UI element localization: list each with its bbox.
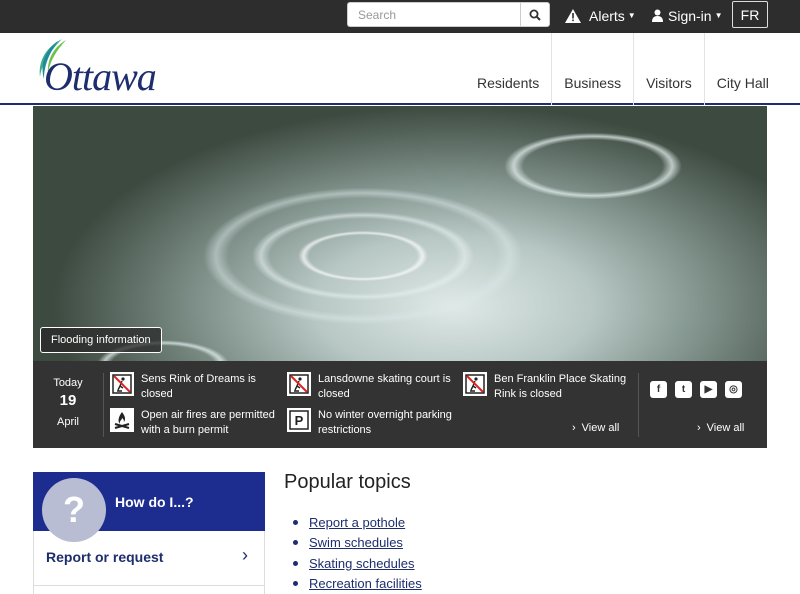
- how-do-i-title: How do I...?: [115, 494, 194, 510]
- nav-residents[interactable]: Residents: [465, 33, 551, 105]
- topic-link[interactable]: Recreation facilities: [309, 576, 422, 591]
- youtube-icon[interactable]: ▶: [700, 381, 717, 398]
- utility-bar: Alerts ▼ Sign-in ▼ FR: [0, 0, 800, 33]
- status-item[interactable]: Lansdowne skating court is closed: [287, 372, 458, 402]
- no-skating-icon: [110, 372, 134, 396]
- svg-text:P: P: [295, 413, 304, 428]
- list-item: Skating schedules: [293, 553, 422, 574]
- status-item-text: Lansdowne skating court is closed: [318, 373, 451, 400]
- status-item[interactable]: P No winter overnight parking restrictio…: [287, 408, 458, 438]
- site-header: Ottawa Residents Business Visitors City …: [0, 33, 800, 105]
- search-button[interactable]: [520, 2, 550, 27]
- nav-business[interactable]: Business: [551, 33, 633, 105]
- view-all-label: View all: [581, 422, 620, 434]
- divider: [638, 373, 639, 437]
- divider: [103, 373, 104, 437]
- list-item: Swim schedules: [293, 533, 422, 554]
- warning-icon: [565, 8, 581, 23]
- social-links: f t ▶ ◎: [650, 381, 742, 398]
- ottawa-logo[interactable]: Ottawa: [32, 37, 177, 99]
- social-view-all-link[interactable]: › View all: [697, 422, 744, 434]
- status-item[interactable]: Sens Rink of Dreams is closed: [110, 372, 281, 402]
- status-item-text: Open air fires are permitted with a burn…: [141, 409, 275, 436]
- popular-topics-list: Report a pothole Swim schedules Skating …: [293, 512, 422, 594]
- status-item-text: Ben Franklin Place Skating Rink is close…: [494, 373, 627, 400]
- nav-visitors[interactable]: Visitors: [633, 33, 704, 105]
- parking-icon: P: [287, 408, 311, 432]
- list-item: Recreation facilities: [293, 574, 422, 594]
- topic-link[interactable]: Skating schedules: [309, 556, 415, 571]
- user-icon: [652, 9, 663, 22]
- flooding-information-button[interactable]: Flooding information: [40, 327, 162, 353]
- view-all-label: View all: [706, 422, 745, 434]
- facebook-icon[interactable]: f: [650, 381, 667, 398]
- status-item-text: Sens Rink of Dreams is closed: [141, 373, 256, 400]
- status-bar: Today 19 April Sens Rink of Dreams is cl…: [33, 361, 767, 448]
- caret-down-icon: ▼: [714, 11, 723, 20]
- panel-border: [33, 586, 265, 594]
- language-toggle-button[interactable]: FR: [732, 1, 768, 28]
- how-do-i-panel: ? How do I...?: [33, 472, 265, 542]
- campfire-icon: [110, 408, 134, 432]
- status-view-all-link[interactable]: › View all: [572, 422, 619, 434]
- twitter-icon[interactable]: t: [675, 381, 692, 398]
- no-skating-icon: [287, 372, 311, 396]
- chevron-right-icon: ›: [697, 422, 701, 434]
- instagram-icon[interactable]: ◎: [725, 381, 742, 398]
- alerts-label: Alerts: [589, 7, 625, 24]
- status-item[interactable]: Open air fires are permitted with a burn…: [110, 408, 281, 438]
- status-item-text: No winter overnight parking restrictions: [318, 409, 452, 436]
- nav-city-hall[interactable]: City Hall: [703, 33, 781, 105]
- search-form: [347, 2, 550, 27]
- hero-image: [33, 106, 767, 361]
- search-input[interactable]: [347, 2, 520, 27]
- popular-topics-title: Popular topics: [284, 471, 411, 493]
- list-item: Report a pothole: [293, 512, 422, 533]
- logo-wordmark: Ottawa: [44, 54, 157, 99]
- search-icon: [529, 9, 541, 21]
- caret-down-icon: ▼: [627, 11, 636, 20]
- report-label: Report or request: [46, 549, 164, 565]
- no-skating-icon: [463, 372, 487, 396]
- signin-label: Sign-in: [668, 7, 712, 24]
- chevron-right-icon: ›: [572, 422, 576, 434]
- chevron-right-icon: ›: [242, 545, 248, 565]
- alerts-menu[interactable]: Alerts ▼: [565, 0, 636, 31]
- today-date: Today 19 April: [33, 361, 103, 448]
- today-label: Today: [53, 377, 83, 389]
- topic-link[interactable]: Swim schedules: [309, 535, 403, 550]
- signin-menu[interactable]: Sign-in ▼: [652, 0, 723, 31]
- today-day: 19: [59, 392, 77, 409]
- status-item[interactable]: Ben Franklin Place Skating Rink is close…: [463, 372, 634, 402]
- main-nav: Residents Business Visitors City Hall: [465, 33, 781, 105]
- today-month: April: [56, 416, 79, 428]
- topic-link[interactable]: Report a pothole: [309, 515, 405, 530]
- report-or-request-link[interactable]: Report or request ›: [33, 531, 265, 586]
